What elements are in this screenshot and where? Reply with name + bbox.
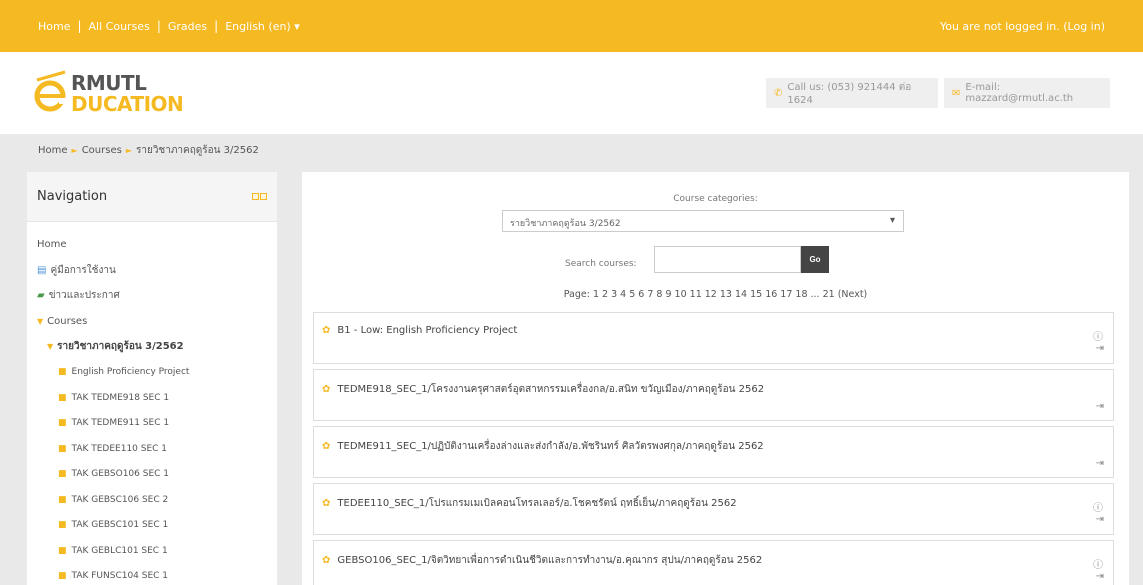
navigation-title: Navigation (37, 189, 108, 204)
enrol-icon[interactable]: ⇥ (1096, 458, 1104, 469)
phone-icon: ✆ (774, 87, 783, 99)
enrol-icon[interactable]: ⇥ (1096, 571, 1104, 582)
course-item[interactable]: ✿ TEDEE110_SEC_1/โปรแกรมเมเบิลคอนโทรลเลอร… (313, 483, 1114, 535)
nav-tree-course-item[interactable]: ■ TAK FUNSC104 SEC 1 (37, 564, 267, 585)
nav-tree-home[interactable]: Home (37, 232, 267, 258)
breadcrumb-arrow-icon: ► (71, 146, 78, 155)
language-label: English (en) (225, 19, 291, 33)
info-icon[interactable]: ⓘ (1093, 328, 1103, 343)
logo-text-education: DUCATION (71, 92, 184, 116)
category-label: Course categories: (673, 194, 758, 204)
email-info: ✉ E-mail: mazzard@rmutl.ac.th (944, 78, 1110, 108)
course-item[interactable]: ✿ TEDME911_SEC_1/ปฏิบัติงานเครื่องล่างและ… (313, 426, 1114, 478)
breadcrumb-arrow-icon: ► (125, 146, 132, 155)
nav-grades-link[interactable]: Grades (168, 20, 207, 33)
course-title[interactable]: GEBSO106_SEC_1/จิตวิทยาเพื่อการดำเนินชีว… (337, 553, 762, 568)
nav-tree-news[interactable]: ▰ ข่าวและประกาศ (37, 283, 267, 309)
nav-tree-course-item[interactable]: ■ TAK GEBSC106 SEC 2 (37, 487, 267, 513)
top-nav: Home | All Courses | Grades | English (e… (38, 19, 300, 33)
call-info: ✆ Call us: (053) 921444 ต่อ 1624 (766, 78, 938, 108)
bullet-icon: ■ (58, 571, 67, 582)
nav-tree-course-item[interactable]: ■ TAK TEDME911 SEC 1 (37, 411, 267, 437)
nav-tree-category[interactable]: ▼ รายวิชาภาคฤดูร้อน 3/2562 (37, 334, 267, 360)
nav-tree-course-item[interactable]: ■ TAK GEBSO106 SEC 1 (37, 462, 267, 488)
pagination[interactable]: Page: 1 2 3 4 5 6 7 8 9 10 11 12 13 14 1… (302, 289, 1129, 300)
nav-home-link[interactable]: Home (38, 20, 70, 33)
course-item[interactable]: ✿ GEBSO106_SEC_1/จิตวิทยาเพื่อการดำเนินชี… (313, 540, 1114, 585)
course-title[interactable]: TEDME911_SEC_1/ปฏิบัติงานเครื่องล่างและส… (337, 439, 763, 454)
nav-all-courses-link[interactable]: All Courses (89, 20, 150, 33)
news-icon: ▰ (37, 290, 45, 302)
mail-icon: ✉ (952, 87, 961, 99)
nav-tree-course-item[interactable]: ■ TAK TEDEE110 SEC 1 (37, 436, 267, 462)
chevron-down-icon: ▾ (889, 215, 895, 226)
bullet-icon: ■ (58, 418, 67, 429)
bullet-icon: ■ (58, 367, 67, 378)
nav-tree-course-item[interactable]: ■ TAK GEBSC101 SEC 1 (37, 513, 267, 539)
navigation-tree: Home ▤ คู่มือการใช้งาน ▰ ข่าวและประกาศ ▼ Co… (27, 222, 277, 585)
breadcrumb: Home ► Courses ► รายวิชาภาคฤดูร้อน 3/2562 (38, 143, 259, 158)
nav-tree-courses[interactable]: ▼ Courses (37, 309, 267, 335)
course-icon: ✿ (322, 498, 331, 509)
nav-tree-course-item[interactable]: ■ TAK TEDME918 SEC 1 (37, 385, 267, 411)
info-icon[interactable]: ⓘ (1093, 556, 1103, 571)
course-title[interactable]: TEDME918_SEC_1/โครงงานครุศาสตร์อุตสาหกรร… (337, 382, 764, 397)
expanded-icon: ▼ (37, 316, 44, 326)
category-select[interactable]: รายวิชาภาคฤดูร้อน 3/2562 ▾ (502, 210, 904, 232)
course-listing-panel: Course categories: รายวิชาภาคฤดูร้อน 3/2… (302, 172, 1129, 585)
breadcrumb-courses[interactable]: Courses (82, 145, 122, 156)
document-icon: ▤ (37, 264, 47, 276)
site-header: RMUTL DUCATION ✆ Call us: (053) 921444 ต… (0, 52, 1143, 134)
enrol-icon[interactable]: ⇥ (1096, 343, 1104, 354)
call-text: Call us: (053) 921444 ต่อ 1624 (787, 82, 912, 106)
course-item[interactable]: ✿ B1 - Low: English Proficiency Project ⓘ… (313, 312, 1114, 364)
course-icon: ✿ (322, 384, 331, 395)
language-menu[interactable]: English (en) ▾ (225, 20, 300, 33)
top-bar: Home | All Courses | Grades | English (e… (0, 0, 1143, 52)
login-link[interactable]: You are not logged in. (Log in) (940, 20, 1105, 33)
logo-e-icon (34, 70, 67, 112)
course-title[interactable]: TEDEE110_SEC_1/โปรแกรมเมเบิลคอนโทรลเลอร์… (337, 496, 736, 511)
nav-tree-course-item[interactable]: ■ TAK GEBLC101 SEC 1 (37, 538, 267, 564)
search-label: Search courses: (565, 259, 637, 269)
bullet-icon: ■ (58, 494, 67, 505)
course-icon: ✿ (322, 325, 331, 336)
course-item[interactable]: ✿ TEDME918_SEC_1/โครงงานครุศาสตร์อุตสาหกร… (313, 369, 1114, 421)
course-icon: ✿ (322, 555, 331, 566)
chevron-down-icon: ▾ (294, 19, 300, 33)
expanded-icon: ▼ (47, 342, 54, 352)
nav-tree-course-item[interactable]: ■ English Proficiency Project (37, 360, 267, 386)
bullet-icon: ■ (58, 520, 67, 531)
enrol-icon[interactable]: ⇥ (1096, 514, 1104, 525)
navigation-block-header: Navigation (27, 172, 277, 222)
bullet-icon: ■ (58, 545, 67, 556)
bullet-icon: ■ (58, 469, 67, 480)
category-select-value: รายวิชาภาคฤดูร้อน 3/2562 (510, 219, 621, 229)
enrol-icon[interactable]: ⇥ (1096, 401, 1104, 412)
email-text: E-mail: mazzard@rmutl.ac.th (965, 82, 1074, 104)
course-title[interactable]: B1 - Low: English Proficiency Project (337, 325, 517, 336)
bullet-icon: ■ (58, 443, 67, 454)
breadcrumb-home[interactable]: Home (38, 145, 68, 156)
go-button[interactable]: Go (801, 246, 829, 273)
course-icon: ✿ (322, 441, 331, 452)
nav-tree-manual[interactable]: ▤ คู่มือการใช้งาน (37, 258, 267, 284)
site-logo[interactable]: RMUTL DUCATION (33, 66, 233, 122)
search-input[interactable] (654, 246, 801, 273)
block-dock-icon[interactable] (252, 193, 267, 200)
breadcrumb-category[interactable]: รายวิชาภาคฤดูร้อน 3/2562 (136, 145, 259, 156)
navigation-block: Navigation Home ▤ คู่มือการใช้งาน ▰ ข่าวแล… (27, 172, 277, 585)
info-icon[interactable]: ⓘ (1093, 499, 1103, 514)
bullet-icon: ■ (58, 392, 67, 403)
